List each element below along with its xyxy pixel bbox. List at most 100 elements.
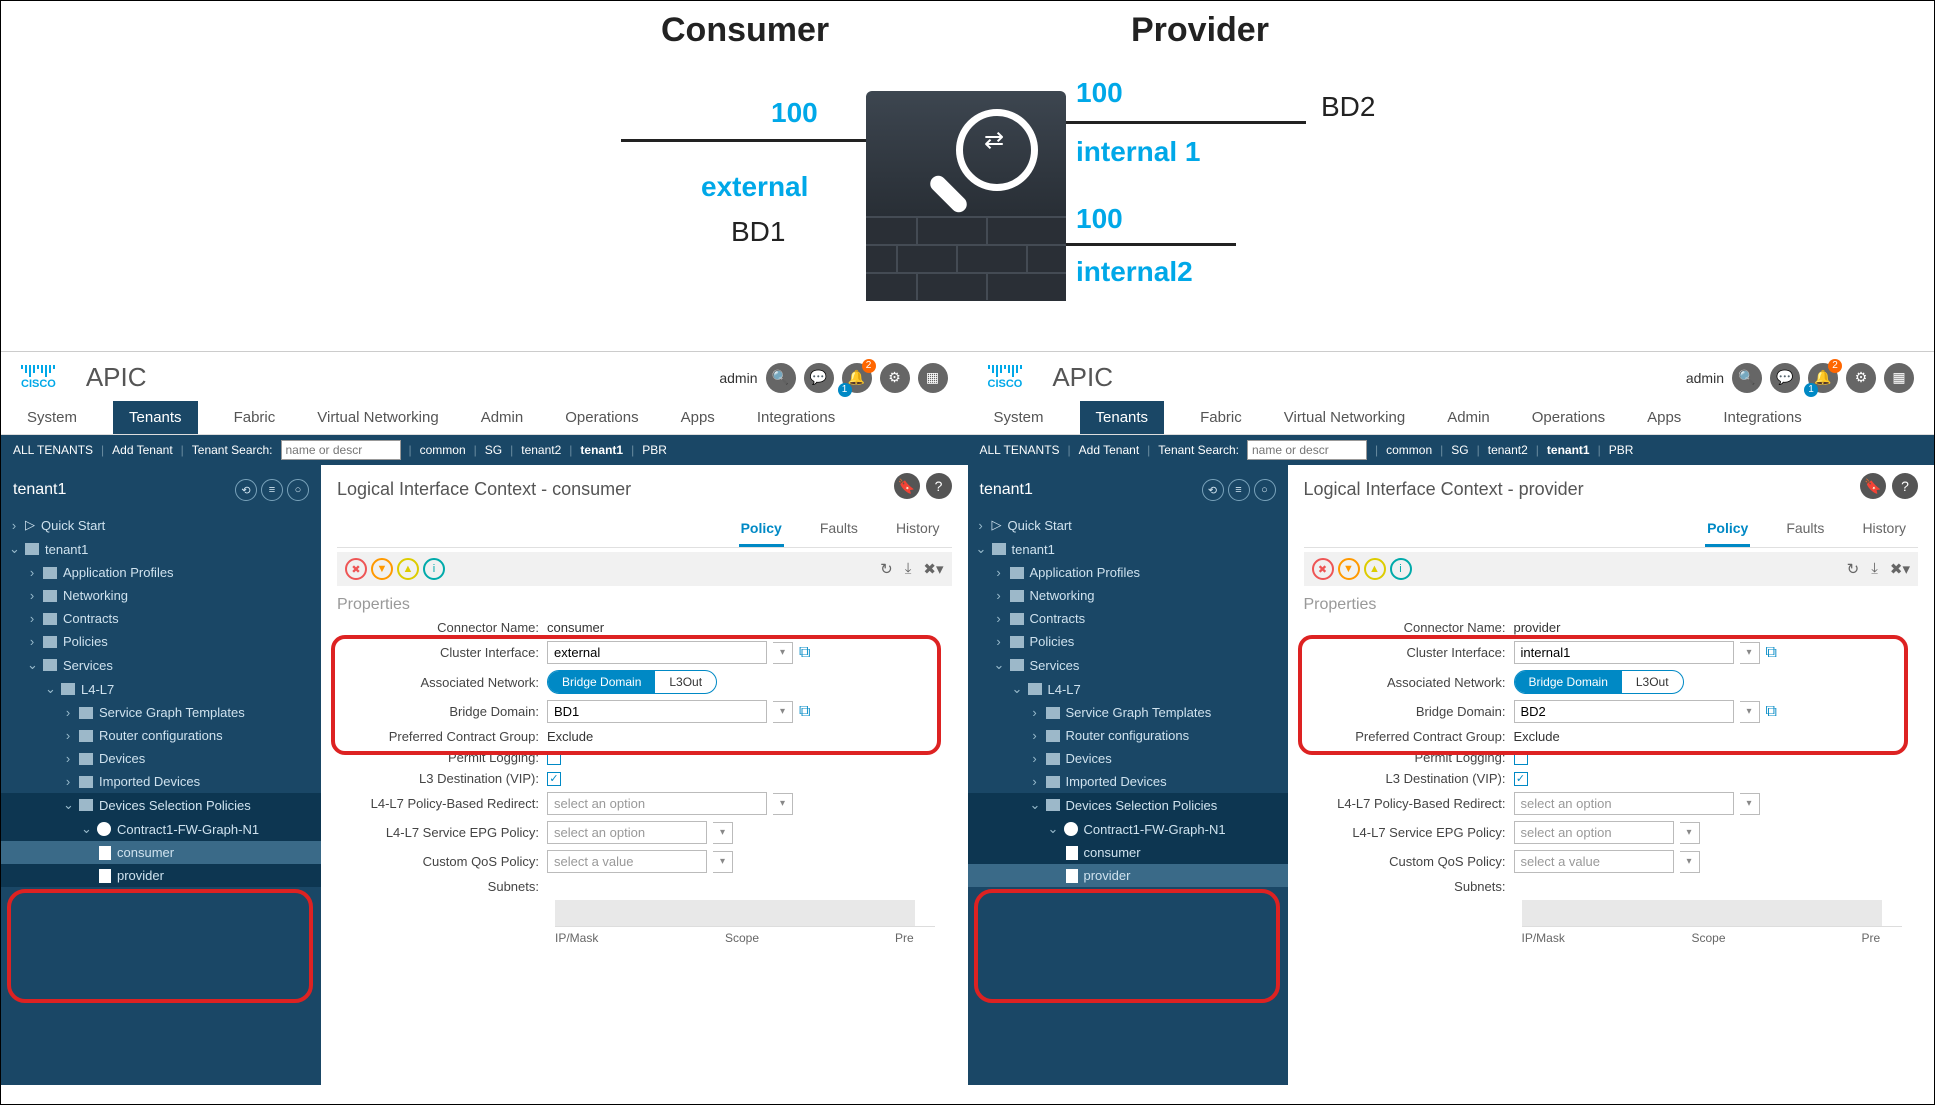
tree-tenant-root[interactable]: ⌄ tenant1	[968, 537, 1288, 561]
top-tab-integrations[interactable]: Integrations	[1717, 401, 1807, 434]
bridge-domain-select[interactable]	[547, 700, 767, 723]
tree-policies[interactable]: › Policies	[968, 630, 1288, 653]
download-icon[interactable]: ⤓	[905, 560, 912, 578]
tree-action2-icon[interactable]: ≡	[261, 479, 283, 501]
qos-select[interactable]	[547, 850, 707, 873]
detail-tab-history[interactable]: History	[1860, 514, 1908, 547]
tenant-link-SG[interactable]: SG	[485, 443, 502, 457]
chevron-down-icon[interactable]: ▾	[713, 851, 733, 873]
download-icon[interactable]: ⤓	[1871, 560, 1878, 578]
tree-contracts[interactable]: › Contracts	[1, 607, 321, 630]
fault-critical-icon[interactable]: ✖	[1312, 558, 1334, 580]
tree-networking[interactable]: › Networking	[1, 584, 321, 607]
all-tenants-link[interactable]: ALL TENANTS	[980, 443, 1060, 457]
fault-major-icon[interactable]: ▼	[1338, 558, 1360, 580]
tree-devices[interactable]: › Devices	[968, 747, 1288, 770]
tree-quick-start[interactable]: ›▷ Quick Start	[1, 513, 321, 537]
top-tab-virtual-networking[interactable]: Virtual Networking	[1278, 401, 1411, 434]
tree-devices-selection-policies[interactable]: ⌄ Devices Selection Policies	[1, 793, 321, 817]
top-tab-system[interactable]: System	[988, 401, 1050, 434]
l3-dest-checkbox[interactable]: ✓	[547, 772, 561, 786]
feedback-icon[interactable]: 💬	[804, 363, 834, 393]
tree-imported-devices[interactable]: › Imported Devices	[1, 770, 321, 793]
add-tenant-link[interactable]: Add Tenant	[1079, 443, 1140, 457]
detail-tab-faults[interactable]: Faults	[1784, 514, 1826, 547]
tree-service-graph-templates[interactable]: › Service Graph Templates	[1, 701, 321, 724]
chevron-down-icon[interactable]: ▾	[1740, 642, 1760, 664]
tenant-link-tenant2[interactable]: tenant2	[521, 443, 561, 457]
bookmark-icon[interactable]: 🔖	[1860, 473, 1886, 499]
tree-services[interactable]: ⌄ Services	[968, 653, 1288, 677]
chevron-down-icon[interactable]: ▾	[1740, 793, 1760, 815]
open-external-icon[interactable]: ⧉	[1766, 644, 1777, 662]
open-external-icon[interactable]: ⧉	[799, 703, 810, 721]
top-tab-virtual-networking[interactable]: Virtual Networking	[311, 401, 444, 434]
tree-service-graph-templates[interactable]: › Service Graph Templates	[968, 701, 1288, 724]
search-icon[interactable]: 🔍	[766, 363, 796, 393]
tools-icon[interactable]: ✖▾	[1890, 560, 1910, 578]
epg-policy-select[interactable]	[1514, 821, 1674, 844]
chevron-down-icon[interactable]: ▾	[773, 793, 793, 815]
refresh-icon[interactable]: ↻	[880, 560, 893, 578]
tree-l4l7[interactable]: ⌄ L4-L7	[968, 677, 1288, 701]
detail-tab-faults[interactable]: Faults	[818, 514, 860, 547]
tree-contract-node[interactable]: ⌄ Contract1-FW-Graph-N1	[1, 817, 321, 841]
top-tab-operations[interactable]: Operations	[1526, 401, 1611, 434]
chevron-down-icon[interactable]: ▾	[773, 701, 793, 723]
top-tab-integrations[interactable]: Integrations	[751, 401, 841, 434]
tree-router-configurations[interactable]: › Router configurations	[1, 724, 321, 747]
assoc-net-toggle[interactable]: Bridge Domain L3Out	[1514, 670, 1684, 694]
fault-minor-icon[interactable]: ▲	[397, 558, 419, 580]
tenant-link-PBR[interactable]: PBR	[1609, 443, 1634, 457]
chevron-down-icon[interactable]: ▾	[1680, 822, 1700, 844]
tenant-link-common[interactable]: common	[1386, 443, 1432, 457]
fault-minor-icon[interactable]: ▲	[1364, 558, 1386, 580]
apps-icon[interactable]: ▦	[918, 363, 948, 393]
tree-networking[interactable]: › Networking	[968, 584, 1288, 607]
tree-devices-selection-policies[interactable]: ⌄ Devices Selection Policies	[968, 793, 1288, 817]
chevron-down-icon[interactable]: ▾	[1740, 701, 1760, 723]
top-tab-operations[interactable]: Operations	[559, 401, 644, 434]
refresh-icon[interactable]: ↻	[1847, 560, 1860, 578]
tenant-link-tenant1[interactable]: tenant1	[580, 443, 623, 457]
tree-consumer[interactable]: consumer	[968, 841, 1288, 864]
tree-action2-icon[interactable]: ≡	[1228, 479, 1250, 501]
top-tab-tenants[interactable]: Tenants	[1080, 401, 1165, 434]
toggle-bridge-domain[interactable]: Bridge Domain	[1515, 671, 1622, 693]
top-tab-apps[interactable]: Apps	[675, 401, 721, 434]
help-icon[interactable]: ?	[926, 473, 952, 499]
top-tab-admin[interactable]: Admin	[1441, 401, 1496, 434]
assoc-net-toggle[interactable]: Bridge Domain L3Out	[547, 670, 717, 694]
tree-devices[interactable]: › Devices	[1, 747, 321, 770]
tree-consumer[interactable]: consumer	[1, 841, 321, 864]
pbr-select[interactable]	[1514, 792, 1734, 815]
bridge-domain-select[interactable]	[1514, 700, 1734, 723]
bell-icon[interactable]: 🔔 2 1	[842, 363, 872, 393]
tree-provider[interactable]: provider	[968, 864, 1288, 887]
chevron-down-icon[interactable]: ▾	[1680, 851, 1700, 873]
chevron-down-icon[interactable]: ▾	[773, 642, 793, 664]
open-external-icon[interactable]: ⧉	[1766, 703, 1777, 721]
epg-policy-select[interactable]	[547, 821, 707, 844]
tenant-link-common[interactable]: common	[420, 443, 466, 457]
settings-icon[interactable]: ⚙	[1846, 363, 1876, 393]
bookmark-icon[interactable]: 🔖	[894, 473, 920, 499]
add-tenant-link[interactable]: Add Tenant	[112, 443, 173, 457]
toggle-l3out[interactable]: L3Out	[655, 671, 716, 693]
l3-dest-checkbox[interactable]: ✓	[1514, 772, 1528, 786]
tree-imported-devices[interactable]: › Imported Devices	[968, 770, 1288, 793]
tree-application-profiles[interactable]: › Application Profiles	[968, 561, 1288, 584]
tree-action3-icon[interactable]: ○	[1254, 479, 1276, 501]
top-tab-fabric[interactable]: Fabric	[228, 401, 282, 434]
tree-policies[interactable]: › Policies	[1, 630, 321, 653]
tree-action3-icon[interactable]: ○	[287, 479, 309, 501]
permit-logging-checkbox[interactable]	[1514, 751, 1528, 765]
fault-warning-icon[interactable]: i	[423, 558, 445, 580]
top-tab-tenants[interactable]: Tenants	[113, 401, 198, 434]
tree-quick-start[interactable]: ›▷ Quick Start	[968, 513, 1288, 537]
detail-tab-policy[interactable]: Policy	[1705, 514, 1750, 547]
fault-critical-icon[interactable]: ✖	[345, 558, 367, 580]
all-tenants-link[interactable]: ALL TENANTS	[13, 443, 93, 457]
cluster-iface-select[interactable]	[547, 641, 767, 664]
feedback-icon[interactable]: 💬	[1770, 363, 1800, 393]
